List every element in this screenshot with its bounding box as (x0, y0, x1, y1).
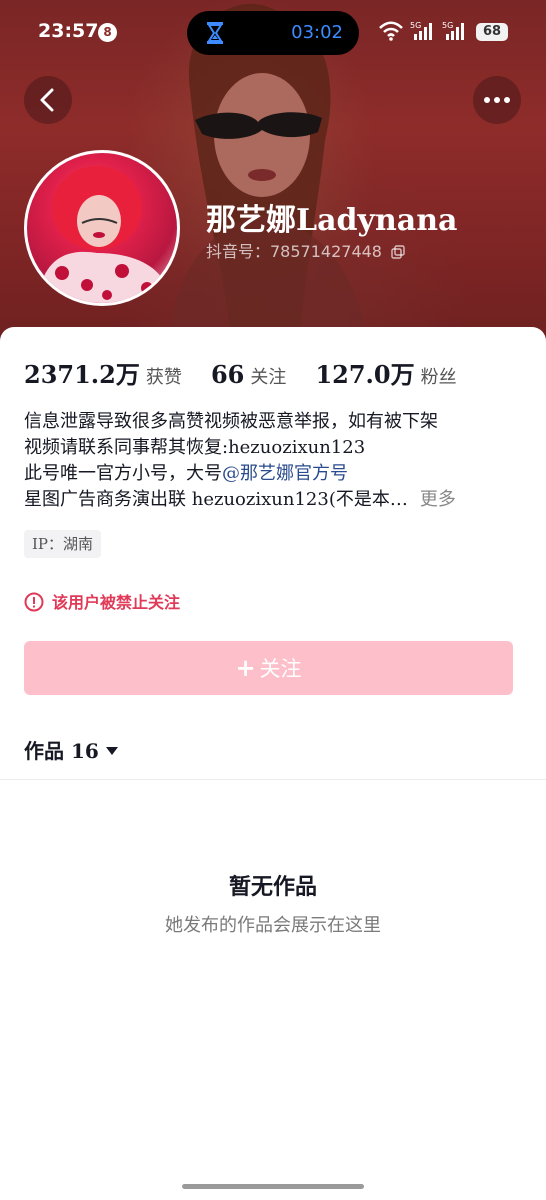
bio-line-4: 星图广告商务演出联 hezuozixun123(不是本… 更多 (24, 487, 524, 513)
stat-likes-value: 2371.2万 (24, 360, 140, 389)
notification-badge: 8 (98, 23, 117, 42)
wifi-icon (379, 21, 403, 41)
bio-line-3-prefix: 此号唯一官方小号，大号 (24, 463, 222, 484)
plus-icon: + (235, 653, 256, 682)
follow-ban-text: 该用户被禁止关注 (52, 593, 181, 612)
bio-mention-link[interactable]: @那艺娜官方号 (222, 463, 348, 484)
status-time: 23:57 (38, 20, 99, 42)
bio-more-link[interactable]: 更多 (420, 489, 456, 510)
svg-text:5G: 5G (442, 21, 453, 30)
stat-following-value: 66 (210, 360, 245, 389)
battery-indicator: 68 (476, 23, 508, 41)
empty-state-title: 暂无作品 (228, 874, 317, 900)
avatar[interactable] (24, 150, 180, 306)
divider (0, 779, 546, 780)
caret-down-icon (105, 747, 118, 755)
copy-icon[interactable] (391, 245, 405, 259)
empty-state-subtitle: 她发布的作品会展示在这里 (165, 915, 381, 936)
home-indicator[interactable] (182, 1184, 364, 1189)
follow-ban-notice: 该用户被禁止关注 (24, 589, 181, 612)
bio-line-1: 信息泄露导致很多高赞视频被恶意举报，如有被下架 (24, 411, 438, 432)
stat-followers-label: 粉丝 (420, 367, 457, 388)
bio-line-4-text: 星图广告商务演出联 hezuozixun123(不是本… (24, 489, 408, 510)
chevron-left-icon (40, 88, 54, 112)
hourglass-icon (207, 22, 223, 44)
more-options-button[interactable] (473, 76, 521, 124)
profile-name: 那艺娜Ladynana (206, 203, 458, 238)
stat-followers[interactable]: 127.0万 粉丝 (315, 355, 456, 390)
bio: 信息泄露导致很多高赞视频被恶意举报，如有被下架 视频请联系同事帮其恢复:hezu… (24, 409, 524, 513)
follow-button-label: 关注 (259, 657, 302, 681)
stats-row: 2371.2万 获赞 66 关注 127.0万 粉丝 (24, 355, 481, 391)
bio-line-3: 此号唯一官方小号，大号@那艺娜官方号 (24, 461, 524, 487)
stat-following-label: 关注 (250, 367, 287, 388)
tab-works[interactable]: 作品 16 (24, 735, 119, 764)
back-button[interactable] (24, 76, 72, 124)
warning-icon (24, 592, 44, 612)
ip-location-tag: IP：湖南 (24, 530, 102, 558)
island-timer: 03:02 (291, 22, 343, 43)
douyin-id-text: 抖音号：78571427448 (206, 242, 382, 261)
dynamic-island[interactable]: 03:02 (187, 11, 359, 55)
stat-following[interactable]: 66 关注 (211, 360, 286, 389)
profile-content-card: 2371.2万 获赞 66 关注 127.0万 粉丝 信息泄露导致很多高赞视频被恶意举… (0, 327, 546, 1200)
follow-button[interactable]: + 关注 (24, 641, 513, 695)
avatar-image (37, 166, 172, 303)
cellular-signal-icon: 5G (410, 21, 432, 40)
cellular-signal-2-icon: 5G (442, 21, 464, 40)
douyin-id[interactable]: 抖音号：78571427448 (206, 238, 405, 262)
stat-followers-value: 127.0万 (315, 360, 415, 389)
more-dots-icon (484, 97, 510, 103)
tab-works-label: 作品 16 (24, 739, 99, 763)
stat-likes[interactable]: 2371.2万 获赞 (24, 355, 182, 390)
svg-text:5G: 5G (410, 21, 421, 30)
status-bar: 23:57 8 03:02 5G 5G 68 (0, 0, 546, 64)
bio-line-2: 视频请联系同事帮其恢复:hezuozixun123 (24, 437, 366, 458)
stat-likes-label: 获赞 (145, 367, 182, 388)
